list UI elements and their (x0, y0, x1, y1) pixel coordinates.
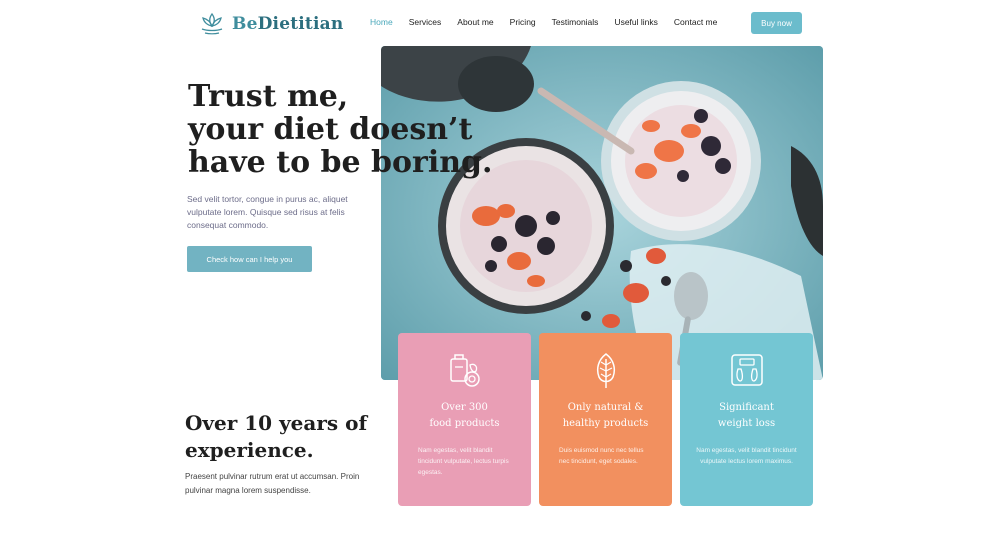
experience-title: Over 10 years of experience. (185, 410, 385, 464)
nav-item-testimonials[interactable]: Testimonials (544, 17, 607, 27)
buy-now-button[interactable]: Buy now (751, 12, 802, 34)
feature-card-natural-products[interactable]: Only natural & healthy products Duis eui… (539, 333, 672, 506)
experience-text: Praesent pulvinar rutrum erat ut accumsa… (185, 472, 360, 495)
nav-item-services[interactable]: Services (401, 17, 450, 27)
card-title: Significant weight loss (686, 400, 807, 432)
natural-products-icon (596, 353, 615, 388)
scale-icon (730, 354, 763, 386)
card-title-line: food products (429, 418, 500, 429)
experience-title-line: experience. (185, 438, 314, 462)
card-title-line: healthy products (562, 418, 649, 429)
card-text: Nam egestas, velit blandit tincidunt vul… (418, 447, 509, 476)
hero-title-line: Trust me, (188, 79, 349, 114)
nav-item-useful-links[interactable]: Useful links (606, 17, 665, 27)
nav-item-contact[interactable]: Contact me (666, 17, 725, 27)
main-nav: Home Services About me Pricing Testimoni… (362, 17, 725, 27)
card-title-line: Significant (719, 402, 774, 413)
card-title: Over 300 food products (404, 400, 525, 432)
nav-item-about[interactable]: About me (449, 17, 501, 27)
hero-title: Trust me, your diet doesn’t have to be b… (188, 79, 493, 180)
nav-item-home[interactable]: Home (362, 17, 401, 27)
hero-title-line: your diet doesn’t (188, 112, 473, 147)
nav-item-pricing[interactable]: Pricing (502, 17, 544, 27)
brand-logo[interactable]: BeDietitian (198, 10, 343, 38)
card-title-line: Over 300 (441, 402, 488, 413)
card-title: Only natural & healthy products (545, 400, 666, 432)
experience-title-line: Over 10 years of (185, 411, 368, 435)
feature-card-food-products[interactable]: Over 300 food products Nam egestas, veli… (398, 333, 531, 506)
feature-card-weight-loss[interactable]: Significant weight loss Nam egestas, vel… (680, 333, 813, 506)
brand-name: BeDietitian (232, 14, 343, 34)
lotus-icon (201, 12, 223, 35)
help-cta-button[interactable]: Check how can I help you (187, 246, 312, 272)
brand-name-part2: Dietitian (257, 14, 344, 34)
food-products-icon (449, 354, 480, 387)
brand-name-part1: Be (232, 14, 258, 34)
hero-title-line: have to be boring. (188, 145, 493, 180)
card-text: Duis euismod nunc nec tellus nec tincidu… (559, 447, 644, 465)
card-title-line: weight loss (717, 418, 776, 429)
card-title-line: Only natural & (567, 402, 644, 413)
card-text: Nam egestas, velit blandit tincidunt vul… (696, 447, 797, 465)
hero-subtitle: Sed velit tortor, congue in purus ac, al… (187, 194, 348, 230)
